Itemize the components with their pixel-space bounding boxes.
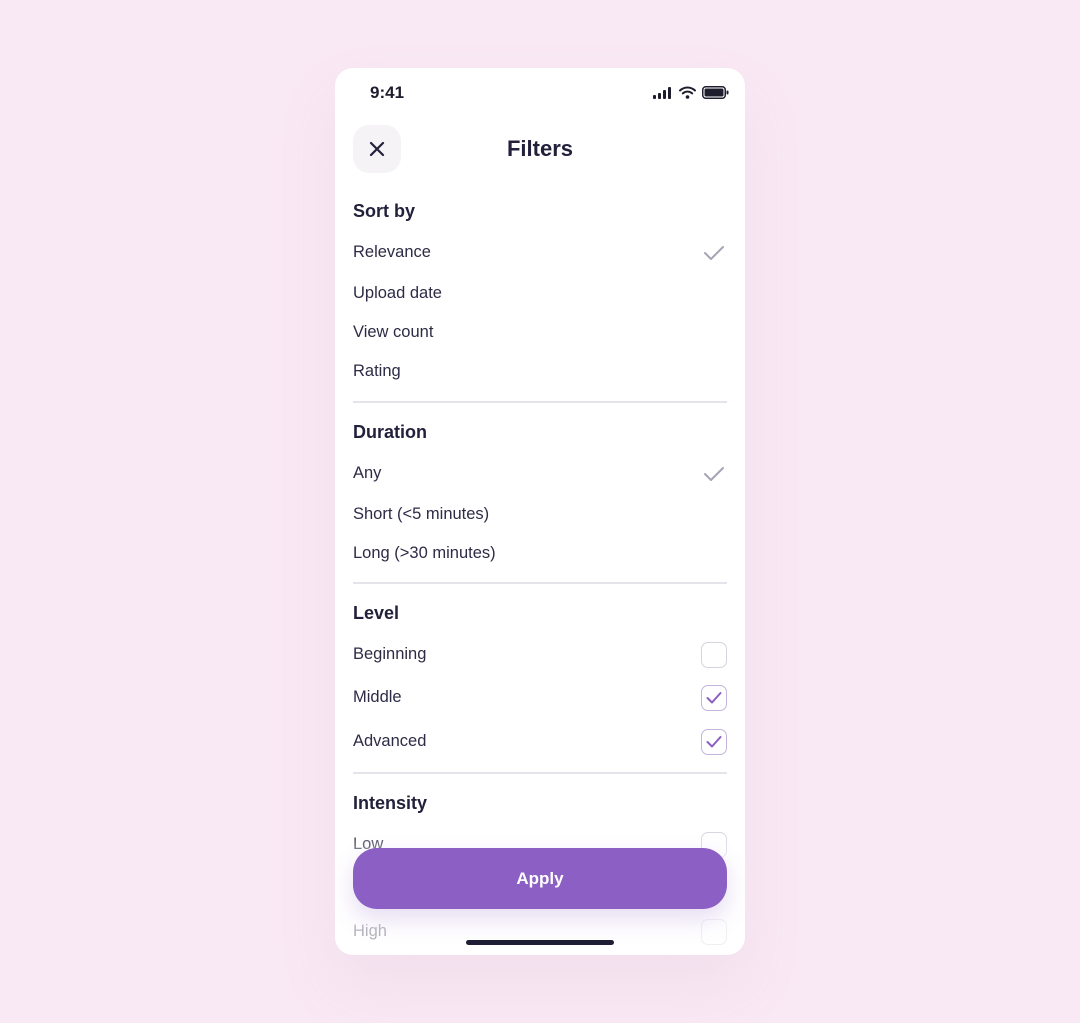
option-label: Rating [353,362,401,380]
section-title: Intensity [353,793,428,813]
divider [353,582,727,584]
option-label: Short (<5 minutes) [353,505,490,523]
option-label: High [353,922,387,940]
level-option-beginning[interactable]: Beginning [353,637,727,673]
filters-screen: 9:41 Filters Sort by Relevance Upload da… [335,68,745,955]
page-title: Filters [506,136,574,161]
home-indicator [466,940,614,945]
divider [353,401,727,403]
battery-icon [702,86,729,99]
header: Filters [335,124,745,174]
signal-icon [653,86,671,99]
checkbox[interactable] [701,919,727,945]
status-icons [653,86,729,99]
option-label: Advanced [353,732,427,750]
divider [353,772,727,774]
status-time: 9:41 [370,83,405,102]
check-icon [704,467,724,481]
checkbox-check-icon [706,692,722,704]
option-label: Relevance [353,243,431,261]
checkbox[interactable] [701,685,727,711]
wifi-icon [679,86,696,99]
status-bar: 9:41 [335,68,745,118]
checkbox[interactable] [701,642,727,668]
option-label: Middle [353,688,402,706]
sort-option-view-count[interactable]: View count [353,315,727,351]
option-label: Long (>30 minutes) [353,544,496,562]
check-icon [704,246,724,260]
option-label: View count [353,323,434,341]
checkbox-check-icon [706,736,722,748]
level-option-middle[interactable]: Middle [353,680,727,716]
option-label: Beginning [353,645,427,663]
duration-option-any[interactable]: Any [353,456,727,492]
sort-option-rating[interactable]: Rating [353,354,727,390]
duration-option-short[interactable]: Short (<5 minutes) [353,497,727,533]
sort-option-upload-date[interactable]: Upload date [353,276,727,312]
section-title: Sort by [353,201,416,221]
option-label: Upload date [353,284,442,302]
option-label: Any [353,464,382,482]
level-option-advanced[interactable]: Advanced [353,724,727,760]
checkbox[interactable] [701,729,727,755]
section-title: Level [353,603,400,623]
apply-button[interactable]: Apply [353,848,727,909]
section-title: Duration [353,422,427,442]
sort-option-relevance[interactable]: Relevance [353,235,727,271]
duration-option-long[interactable]: Long (>30 minutes) [353,536,727,572]
